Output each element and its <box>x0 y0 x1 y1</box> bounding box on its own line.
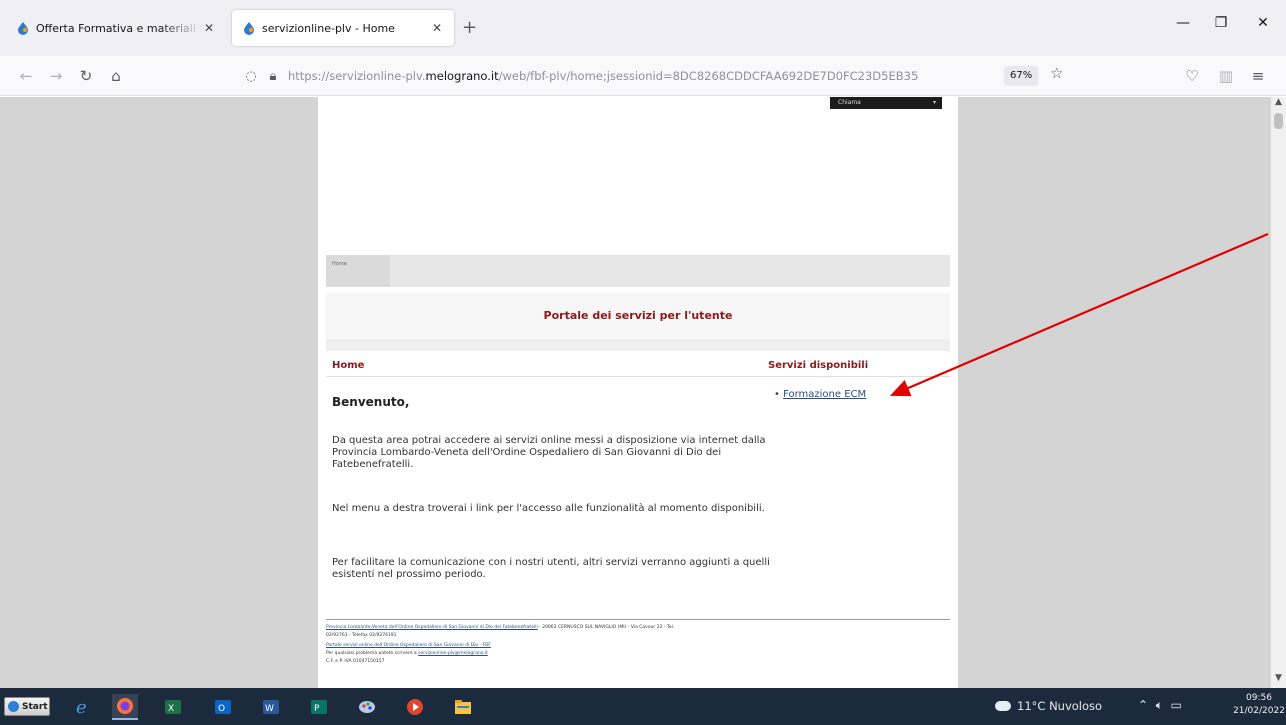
file-explorer-icon[interactable] <box>450 694 476 720</box>
clock-time: 09:56 <box>1246 693 1272 703</box>
login-dropdown-button[interactable]: Chiama ▾ <box>830 97 942 109</box>
service-list-item: • Formazione ECM <box>774 389 867 400</box>
taskbar-clock[interactable]: 09:56 21/02/2022 <box>1232 692 1286 718</box>
internet-explorer-icon[interactable]: e <box>70 694 96 720</box>
services-heading: Servizi disponibili <box>768 360 869 371</box>
tab-servizionline-home[interactable]: servizionline-plv - Home ✕ <box>232 10 454 46</box>
tab-title: servizionline-plv - Home <box>262 21 395 35</box>
svg-text:e: e <box>76 697 87 717</box>
divider <box>326 339 950 351</box>
url-text: https://servizionline-plv.melograno.it/w… <box>288 69 919 83</box>
portal-page: Chiama ▾ Home Portale dei servizi per l'u… <box>318 97 958 688</box>
svg-text:O: O <box>218 704 225 714</box>
reload-icon[interactable]: ↻ <box>74 64 98 88</box>
page-scrollbar[interactable]: ▲ ▼ <box>1271 97 1286 688</box>
footer-line: Portale servizi online dell'Ordine Osped… <box>326 643 491 649</box>
future-services-paragraph: Per facilitare la comunicazione con i no… <box>332 557 770 580</box>
site-favicon-icon <box>18 22 28 35</box>
tab-title: Offerta Formativa e materiali u <box>36 21 202 35</box>
close-tab-icon[interactable]: ✕ <box>430 21 444 35</box>
breadcrumb-bar: Home <box>326 255 950 287</box>
footer-portal-link[interactable]: Portale servizi online dell'Ordine Osped… <box>326 643 491 648</box>
home-heading: Home <box>332 360 365 371</box>
system-tray: ⌃ 🔈︎ ▭ <box>1138 698 1182 713</box>
forward-icon[interactable]: → <box>44 64 68 88</box>
web-content-area: Chiama ▾ Home Portale dei servizi per l'u… <box>0 97 1286 688</box>
divider <box>326 376 950 377</box>
menu-paragraph: Nel menu a destra troverai i link per l'… <box>332 503 765 514</box>
back-icon[interactable]: ← <box>14 64 38 88</box>
notification-icon[interactable]: ▭ <box>1171 698 1182 712</box>
portal-title: Portale dei servizi per l'utente <box>326 293 950 339</box>
footer-line: Per qualsiasi problema potete scrivere a… <box>326 651 488 656</box>
welcome-heading: Benvenuto, <box>332 395 410 409</box>
zoom-badge[interactable]: 67% <box>1004 66 1039 86</box>
start-button[interactable]: Start <box>4 697 50 716</box>
footer-line: 02/92761 - Telefax 02/9276191 <box>326 633 397 638</box>
reader-view-icon[interactable]: ▥ <box>1214 64 1238 88</box>
footer-line: C.F. e P. IVA 01047150157 <box>326 659 385 664</box>
bookmark-star-icon[interactable]: ☆ <box>1050 64 1063 82</box>
tab-offerta-formativa[interactable]: Offerta Formativa e materiali u ✕ <box>6 10 226 46</box>
site-favicon-icon <box>244 22 254 35</box>
browser-tab-bar: Offerta Formativa e materiali u ✕ serviz… <box>0 0 1286 56</box>
menu-icon[interactable]: ≡ <box>1246 64 1270 88</box>
paint-icon[interactable] <box>354 694 380 720</box>
chevron-up-icon[interactable]: ⌃ <box>1138 698 1148 712</box>
footer-divider <box>326 619 950 620</box>
address-bar[interactable]: ◌ 🔒︎ https://servizionline-plv.melograno… <box>240 61 1080 91</box>
media-player-icon[interactable] <box>402 694 428 720</box>
pocket-icon[interactable]: ♡ <box>1180 64 1204 88</box>
clock-date: 21/02/2022 <box>1233 706 1285 716</box>
formazione-ecm-link[interactable]: Formazione ECM <box>783 389 866 400</box>
minimize-icon[interactable]: — <box>1168 15 1198 31</box>
footer-line: Provincia Lombardo-Veneta dell'Ordine Os… <box>326 625 675 630</box>
scrollbar-thumb[interactable] <box>1274 113 1283 129</box>
svg-text:W: W <box>265 704 274 714</box>
scroll-down-icon[interactable]: ▼ <box>1271 673 1286 688</box>
shield-icon[interactable]: ◌ <box>240 69 262 84</box>
windows-taskbar: Start e X O W P 11°C Nuvoloso ⌃ 🔈︎ ▭ 09:… <box>0 688 1286 725</box>
weather-widget[interactable]: 11°C Nuvoloso <box>995 699 1102 713</box>
intro-paragraph: Da questa area potrai accedere ai serviz… <box>332 435 766 470</box>
publisher-icon[interactable]: P <box>306 694 332 720</box>
windows-logo-icon <box>8 701 19 712</box>
home-icon[interactable]: ⌂ <box>104 64 128 88</box>
excel-icon[interactable]: X <box>160 694 186 720</box>
svg-text:P: P <box>314 704 320 714</box>
browser-nav-bar: ← → ↻ ⌂ ◌ 🔒︎ https://servizionline-plv.m… <box>0 56 1286 96</box>
breadcrumb[interactable]: Home <box>326 255 390 287</box>
word-icon[interactable]: W <box>258 694 284 720</box>
footer-org-link[interactable]: Provincia Lombardo-Veneta dell'Ordine Os… <box>326 625 538 630</box>
volume-icon[interactable]: 🔈︎ <box>1156 698 1163 712</box>
close-tab-icon[interactable]: ✕ <box>202 21 216 35</box>
chevron-down-icon: ▾ <box>932 99 936 106</box>
scroll-up-icon[interactable]: ▲ <box>1271 97 1286 112</box>
restore-icon[interactable]: ❐ <box>1206 15 1236 31</box>
cloud-icon <box>995 701 1011 711</box>
close-window-icon[interactable]: ✕ <box>1248 15 1278 31</box>
firefox-icon[interactable] <box>112 694 138 720</box>
outlook-icon[interactable]: O <box>210 694 236 720</box>
lock-icon[interactable]: 🔒︎ <box>262 69 284 84</box>
svg-text:X: X <box>168 704 174 714</box>
footer-email-link[interactable]: servizionline-plv@melograno.it <box>418 651 488 656</box>
plus-icon[interactable]: + <box>462 17 477 38</box>
